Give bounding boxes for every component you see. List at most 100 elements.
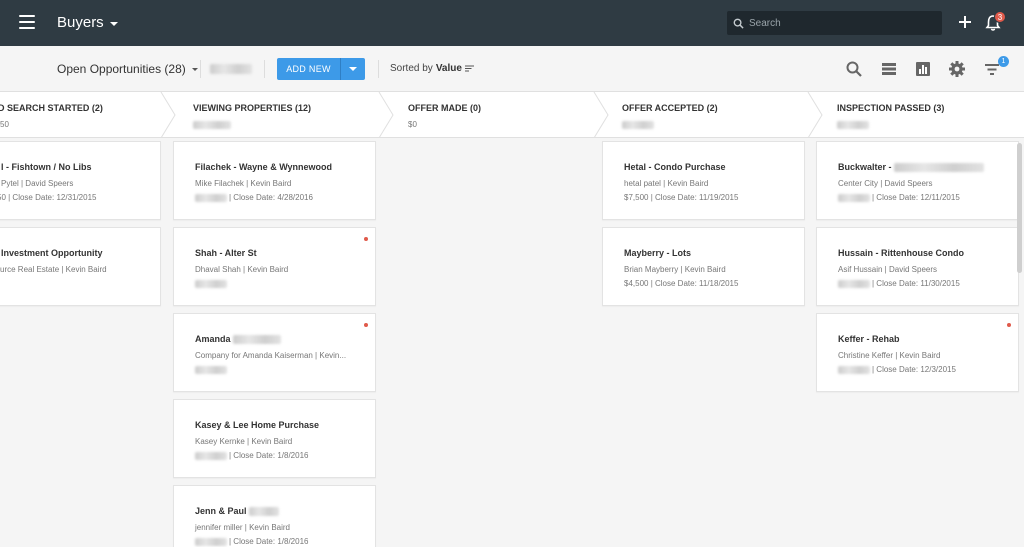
deal-title: Keffer - Rehab (838, 334, 900, 344)
deal-meta: | Close Date: 12/11/2015 (872, 193, 960, 202)
deal-title-redacted (893, 163, 984, 173)
chevron-down-icon (109, 21, 118, 26)
deal-value-redacted (195, 451, 227, 460)
stage-value-redacted (837, 120, 869, 129)
chart-icon[interactable] (914, 60, 932, 78)
sort-icon (464, 65, 474, 72)
deal-value-redacted (838, 279, 870, 288)
deal-card[interactable]: Kasey & Lee Home Purchase Kasey Kernke |… (173, 399, 376, 478)
chevron-down-icon (191, 67, 198, 71)
deal-title: Investment Opportunity (1, 248, 103, 258)
chevron-down-icon (349, 67, 357, 71)
deal-title: Kasey & Lee Home Purchase (195, 420, 320, 430)
stage-value: 50 (0, 120, 9, 129)
deal-card[interactable]: Mayberry - Lots Brian Mayberry | Kevin B… (602, 227, 805, 306)
sort-prefix: Sorted by (390, 63, 433, 74)
search-icon[interactable] (845, 60, 863, 78)
deal-meta: | Close Date: 1/8/2016 (229, 451, 309, 460)
deal-title: Buckwalter - (838, 162, 892, 172)
deal-meta: $7,500 | Close Date: 11/19/2015 (624, 193, 739, 202)
pipeline-board: l - Fishtown / No Libs Pytel | David Spe… (0, 138, 1024, 547)
deal-card[interactable]: Investment Opportunity urce Real Estate … (0, 227, 161, 306)
deal-title: Hetal - Condo Purchase (624, 162, 726, 172)
deal-meta: | Close Date: 12/3/2015 (872, 365, 956, 374)
add-new-button[interactable]: ADD NEW (277, 58, 365, 80)
deal-value-redacted (195, 279, 227, 288)
stage-header-bar: D SEARCH STARTED (2) 50 VIEWING PROPERTI… (0, 92, 1024, 138)
sort-control[interactable]: Sorted by Value (390, 63, 474, 74)
deal-contacts: Christine Keffer | Kevin Baird (838, 351, 941, 360)
deal-meta: 50 | Close Date: 12/31/2015 (0, 193, 97, 202)
notification-badge: 3 (994, 11, 1006, 23)
filter-count-badge: 1 (998, 56, 1009, 67)
stage-name: VIEWING PROPERTIES (12) (193, 103, 312, 113)
deal-contacts: Asif Hussain | David Speers (838, 265, 938, 274)
add-icon[interactable] (957, 14, 973, 30)
deal-meta: | Close Date: 4/28/2016 (229, 193, 313, 202)
stage-name: OFFER MADE (0) (408, 103, 481, 113)
stage-separator-chevron (807, 92, 823, 138)
stage-separator-chevron (378, 92, 394, 138)
deal-title-redacted (248, 507, 279, 517)
stage-value-redacted (622, 120, 654, 129)
deal-card[interactable]: Keffer - Rehab Christine Keffer | Kevin … (816, 313, 1019, 392)
deal-contacts: Mike Filachek | Kevin Baird (195, 179, 292, 188)
deal-value-redacted (838, 365, 870, 374)
stage-separator-chevron (593, 92, 609, 138)
toolbar: Open Opportunities (28) ADD NEW Sorted b… (0, 46, 1024, 92)
pipeline-filter-dropdown[interactable]: Open Opportunities (28) (57, 62, 198, 76)
deal-card[interactable]: Buckwalter - Center City | David Speers … (816, 141, 1019, 220)
add-new-label: ADD NEW (277, 58, 341, 80)
stage-value: $0 (408, 120, 417, 129)
search-input[interactable] (749, 17, 929, 29)
divider (264, 60, 265, 78)
divider (378, 60, 379, 78)
deal-title: Filachek - Wayne & Wynnewood (195, 162, 333, 172)
stage-value-redacted (193, 120, 231, 129)
deal-contacts: Company for Amanda Kaiserman | Kevin... (195, 351, 347, 360)
list-view-icon[interactable] (880, 60, 898, 78)
alert-dot (364, 323, 368, 327)
deal-value-redacted (195, 193, 227, 202)
alert-dot (1007, 323, 1011, 327)
vertical-scrollbar[interactable] (1017, 143, 1022, 273)
app-title: Buyers (57, 14, 104, 31)
deal-title: Shah - Alter St (195, 248, 257, 258)
deal-card[interactable]: Hussain - Rittenhouse Condo Asif Hussain… (816, 227, 1019, 306)
deal-contacts: Pytel | David Speers (1, 179, 74, 188)
deal-meta: | Close Date: 1/8/2016 (229, 537, 309, 546)
menu-icon[interactable] (19, 15, 35, 29)
deal-card[interactable]: l - Fishtown / No Libs Pytel | David Spe… (0, 141, 161, 220)
add-new-dropdown[interactable] (341, 58, 365, 80)
app-title-dropdown[interactable]: Buyers (57, 14, 118, 31)
deal-title: Hussain - Rittenhouse Condo (838, 248, 964, 258)
owner-filter-redacted[interactable] (210, 64, 252, 74)
deal-contacts: Kasey Kernke | Kevin Baird (195, 437, 293, 446)
alert-dot (364, 237, 368, 241)
divider (200, 60, 201, 78)
top-app-bar: Buyers 3 (0, 0, 1024, 46)
search-box[interactable] (727, 11, 942, 35)
deal-contacts: jennifer miller | Kevin Baird (195, 523, 291, 532)
pipeline-filter-label: Open Opportunities (28) (57, 62, 186, 76)
stage-name: INSPECTION PASSED (3) (837, 103, 945, 113)
deal-card[interactable]: Amanda Company for Amanda Kaiserman | Ke… (173, 313, 376, 392)
deal-title: Amanda (195, 334, 231, 344)
deal-card[interactable]: Jenn & Paul jennifer miller | Kevin Bair… (173, 485, 376, 547)
deal-title: Mayberry - Lots (624, 248, 692, 258)
deal-title: l - Fishtown / No Libs (1, 162, 92, 172)
deal-contacts: Dhaval Shah | Kevin Baird (195, 265, 289, 274)
search-icon (733, 18, 744, 29)
deal-card[interactable]: Shah - Alter St Dhaval Shah | Kevin Bair… (173, 227, 376, 306)
deal-card[interactable]: Filachek - Wayne & Wynnewood Mike Filach… (173, 141, 376, 220)
deal-contacts: Brian Mayberry | Kevin Baird (624, 265, 726, 274)
deal-meta: $4,500 | Close Date: 11/18/2015 (624, 279, 739, 288)
deal-card[interactable]: Hetal - Condo Purchase hetal patel | Kev… (602, 141, 805, 220)
deal-contacts: Center City | David Speers (838, 179, 933, 188)
deal-value-redacted (838, 193, 870, 202)
deal-contacts: hetal patel | Kevin Baird (624, 179, 709, 188)
deal-title: Jenn & Paul (195, 506, 247, 516)
deal-meta: | Close Date: 11/30/2015 (872, 279, 960, 288)
stage-separator-chevron (160, 92, 176, 138)
gear-icon[interactable] (948, 60, 966, 78)
